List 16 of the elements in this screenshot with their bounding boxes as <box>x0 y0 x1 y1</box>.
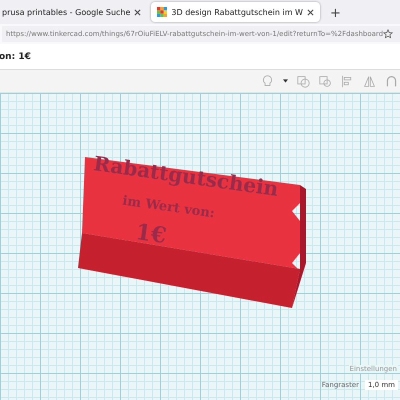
model-text: 1€ <box>134 219 168 250</box>
star-icon[interactable] <box>383 29 394 39</box>
grid-logo-icon <box>157 7 168 17</box>
close-icon[interactable] <box>134 8 142 16</box>
browser-tab[interactable]: prusa printables - Google Suche <box>0 2 148 22</box>
align-icon[interactable] <box>341 74 354 88</box>
model-text: im Wert von: <box>121 194 216 222</box>
caret-icon[interactable] <box>283 79 288 83</box>
new-tab-button[interactable]: + <box>324 6 347 21</box>
mirror-icon[interactable] <box>363 74 376 88</box>
lightbulb-icon[interactable] <box>261 74 274 88</box>
group-shapes-icon[interactable] <box>297 74 310 88</box>
ungroup-shapes-icon[interactable] <box>319 74 332 88</box>
browser-tab[interactable]: 3D design Rabattgutschein im W <box>151 2 320 22</box>
close-icon[interactable] <box>306 8 314 16</box>
magnet-icon[interactable] <box>385 74 398 88</box>
